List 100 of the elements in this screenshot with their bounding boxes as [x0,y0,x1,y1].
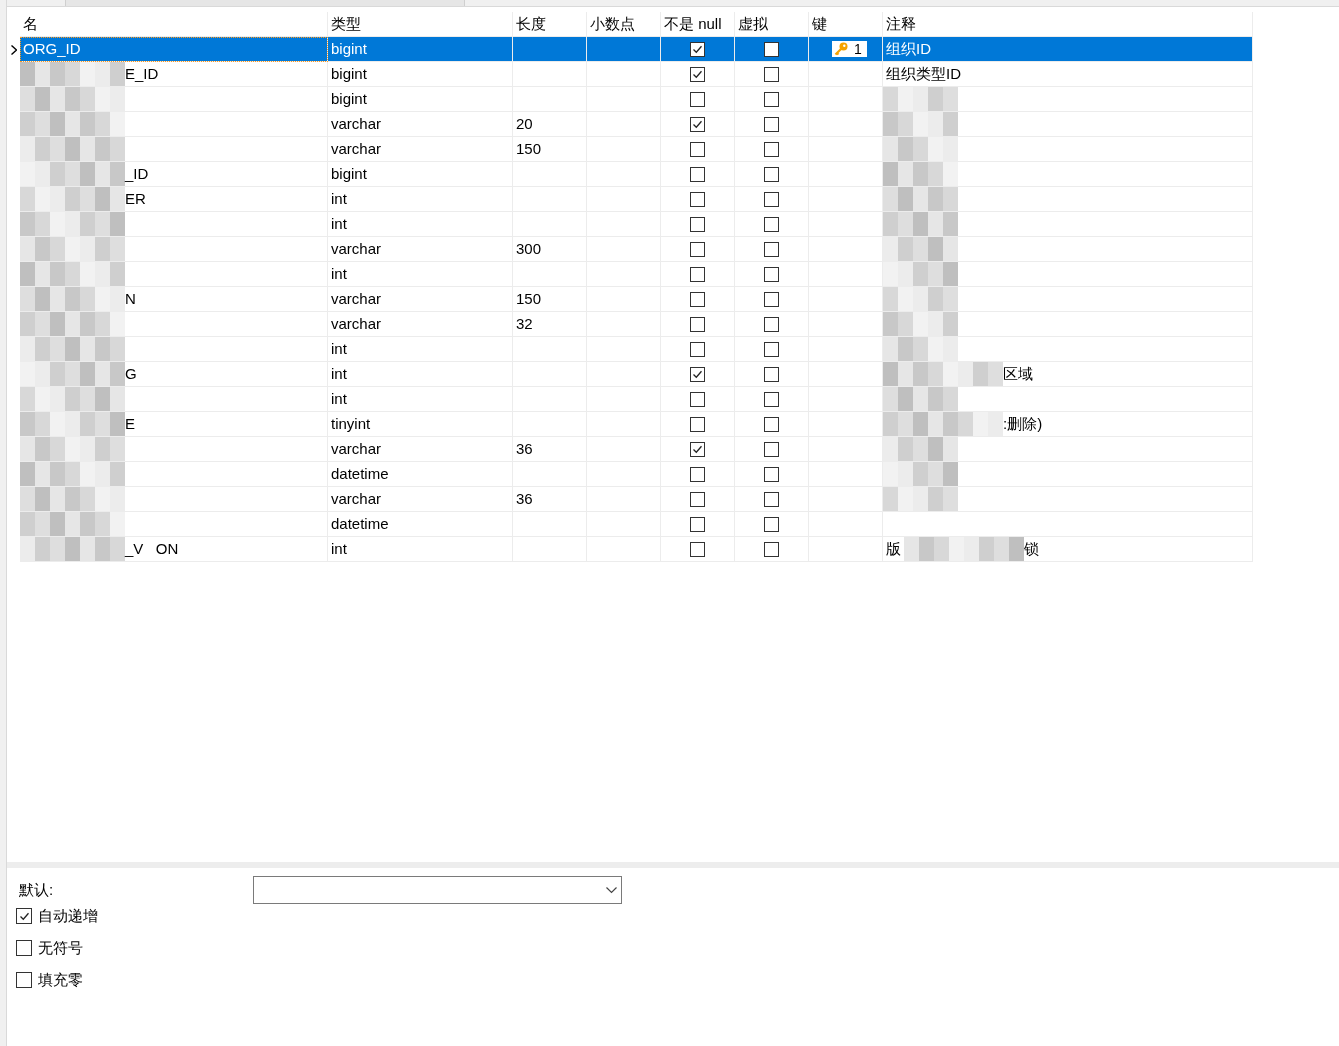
type-cell-text: bigint [330,63,368,84]
field-name: ER [125,188,147,209]
name-cell[interactable] [20,237,328,262]
name-cell[interactable] [20,262,328,287]
name-cell[interactable]: _ID [20,162,328,187]
option-label: 无符号 [37,937,84,958]
checkbox[interactable] [690,516,705,532]
field-name: E_ID [125,63,160,84]
checkbox[interactable] [690,216,705,232]
type-cell-text: int [330,263,348,284]
name-cell[interactable] [20,387,328,412]
checkbox[interactable] [690,41,705,57]
checkbox[interactable] [764,166,779,182]
name-cell[interactable]: ER [20,187,328,212]
name-cell[interactable] [20,212,328,237]
name-cell[interactable]: N [20,287,328,312]
key-order: 1 [853,39,863,59]
checkbox[interactable] [16,972,32,988]
checkbox[interactable] [690,266,705,282]
checkbox[interactable] [764,291,779,307]
name-cell[interactable]: G [20,362,328,387]
name-cell[interactable] [20,87,328,112]
checkbox[interactable] [764,116,779,132]
checkbox[interactable] [764,466,779,482]
name-cell[interactable] [20,312,328,337]
checkbox[interactable] [764,366,779,382]
type-cell-text: varchar [330,488,383,509]
checkbox[interactable] [690,466,705,482]
field-name: ORG_ID [22,38,82,59]
checkbox[interactable] [764,91,779,107]
checkbox[interactable] [764,41,779,57]
checkbox[interactable] [764,541,779,557]
type-cell-text: datetime [330,463,390,484]
checkbox[interactable] [764,141,779,157]
checkbox[interactable] [690,141,705,157]
checkbox[interactable] [764,266,779,282]
name-cell[interactable]: ORG_ID [20,37,328,62]
checkbox[interactable] [690,416,705,432]
default-dropdown[interactable] [253,876,622,904]
name-cell[interactable]: E [20,412,328,437]
checkbox[interactable] [764,241,779,257]
column-header: 小数点 [589,13,636,34]
checkbox[interactable] [690,341,705,357]
comment-cell-text: 组织类型ID [885,63,962,84]
type-cell-text: int [330,388,348,409]
checkbox[interactable] [16,908,32,924]
checkbox[interactable] [764,191,779,207]
name-cell[interactable] [20,137,328,162]
field-name: G [125,363,138,384]
checkbox[interactable] [764,216,779,232]
checkbox[interactable] [690,291,705,307]
checkbox[interactable] [690,191,705,207]
checkbox[interactable] [690,541,705,557]
name-cell[interactable] [20,462,328,487]
field-name: N [125,288,137,309]
checkbox[interactable] [690,491,705,507]
checkbox[interactable] [690,441,705,457]
checkbox[interactable] [16,940,32,956]
length-cell-text: 300 [515,238,543,259]
length-cell-text: 150 [515,138,543,159]
checkbox[interactable] [690,241,705,257]
name-cell[interactable]: _V ON [20,537,328,562]
column-header: 键 [811,13,828,34]
name-cell[interactable]: E_ID [20,62,328,87]
checkbox[interactable] [764,441,779,457]
type-cell-text: varchar [330,438,383,459]
check-icon [692,43,703,55]
type-cell-text: int [330,338,348,359]
checkbox[interactable] [764,391,779,407]
checkbox[interactable] [690,391,705,407]
checkbox[interactable] [764,416,779,432]
checkbox[interactable] [690,166,705,182]
row-pointer-icon [10,44,17,55]
checkbox[interactable] [690,366,705,382]
comment-cell-text: 区域 [1003,363,1034,384]
column-header: 长度 [515,13,547,34]
name-cell[interactable] [20,112,328,137]
check-icon [18,910,30,922]
checkbox[interactable] [764,516,779,532]
checkbox[interactable] [764,491,779,507]
name-cell[interactable] [20,487,328,512]
name-cell[interactable] [20,437,328,462]
default-label: 默认: [18,879,55,900]
type-cell-text: bigint [330,38,368,59]
name-cell[interactable] [20,512,328,537]
field-name: _V ON [125,538,180,559]
checkbox[interactable] [764,316,779,332]
checkbox[interactable] [690,91,705,107]
name-cell[interactable] [20,337,328,362]
length-cell-text: 20 [515,113,534,134]
length-cell-text: 150 [515,288,543,309]
option-label: 填充零 [37,969,84,990]
checkbox[interactable] [690,66,705,82]
checkbox[interactable] [764,341,779,357]
checkbox[interactable] [764,66,779,82]
type-cell-text: tinyint [330,413,372,434]
checkbox[interactable] [690,116,705,132]
checkbox[interactable] [690,316,705,332]
column-header: 注释 [885,13,917,34]
chevron-down-icon [606,886,617,894]
